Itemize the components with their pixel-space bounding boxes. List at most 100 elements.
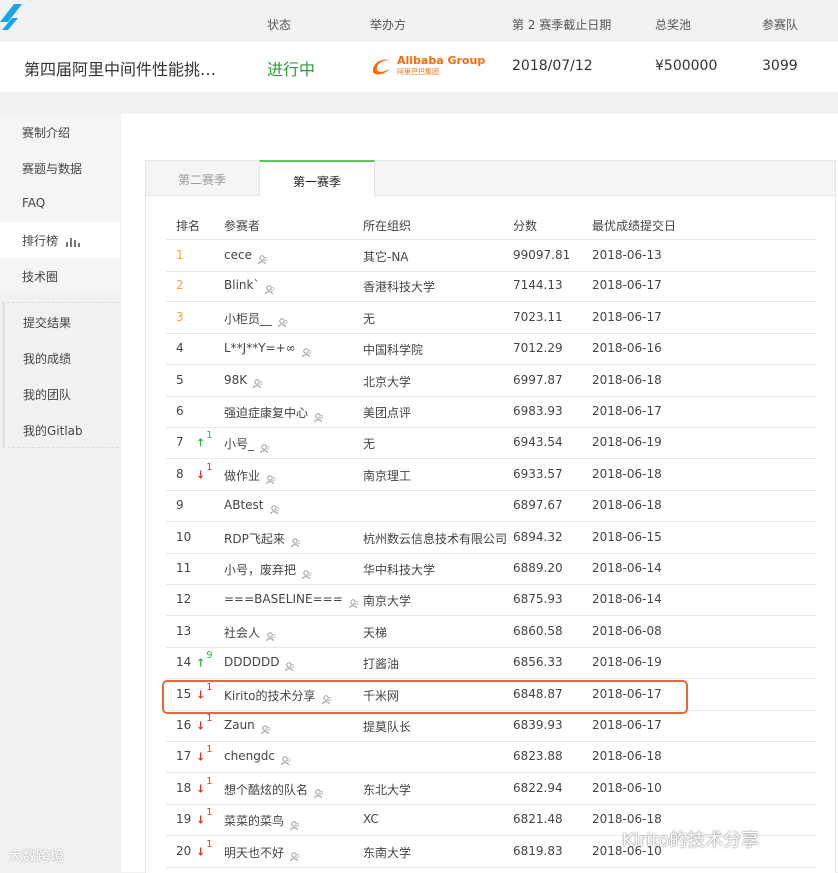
competition-summary-row[interactable]: 第四届阿里中间件性能挑… 进行中 Alibaba Group 阿里巴巴集团 20…	[0, 42, 838, 92]
participant-name[interactable]: 社会人	[224, 626, 260, 640]
rank-change: 9	[206, 650, 213, 662]
team-members-icon[interactable]	[302, 569, 312, 580]
team-members-icon[interactable]	[266, 475, 276, 485]
team-members-icon[interactable]	[314, 412, 324, 423]
sidebar-sub-my-team[interactable]: 我的团队	[23, 386, 71, 403]
participant-name[interactable]: cece	[224, 248, 252, 262]
rank-cell: 16	[176, 718, 192, 732]
team-members-icon[interactable]	[301, 347, 312, 358]
rank-change: 1	[206, 744, 213, 756]
team-members-icon[interactable]	[260, 724, 271, 735]
date-cell: 2018-06-19	[592, 435, 662, 450]
participant-cell: 强迫症康复中心	[224, 404, 324, 423]
participant-name[interactable]: Blink`	[224, 278, 259, 292]
team-members-icon[interactable]	[290, 852, 300, 862]
date-cell: 2018-06-14	[592, 592, 662, 607]
participant-name[interactable]: 菜菜的菜鸟	[224, 814, 284, 828]
tab-season-2[interactable]: 第二赛季	[146, 161, 259, 195]
score-cell: 6822.94	[513, 780, 563, 795]
table-row[interactable]: 14 ↑9 DDDDDD 打酱油 6856.33 2018-06-19	[166, 647, 817, 680]
table-row[interactable]: 3 小柜员__ 无 7023.11 2018-06-17	[166, 302, 817, 334]
participant-name[interactable]: ===BASELINE===	[224, 592, 343, 606]
sidebar-item-label: 技术圈	[22, 270, 59, 284]
season-tabs: 第二赛季 第一赛季	[146, 160, 835, 197]
team-members-icon[interactable]	[285, 661, 295, 672]
org-cell: 无	[363, 311, 376, 326]
table-row[interactable]: 17 ↓1 chengdc 6823.88 2018-06-18	[166, 741, 817, 774]
rank-cell: 11	[176, 561, 192, 575]
watermark-right: Kirito的技术分享	[622, 830, 760, 851]
participant-name[interactable]: 小号_	[224, 437, 254, 451]
table-row[interactable]: 1 cece 其它-NA 99097.81 2018-06-13	[166, 239, 817, 272]
table-row[interactable]: 9 ABtest 6897.67 2018-06-18	[166, 490, 817, 523]
participant-name[interactable]: 明天也不好	[224, 846, 284, 860]
score-cell: 6819.83	[513, 843, 563, 858]
sidebar-item-data[interactable]: 赛题与数据	[0, 150, 120, 186]
brand-logo-icon	[0, 4, 22, 30]
team-members-icon[interactable]	[253, 379, 263, 389]
participant-name[interactable]: 98K	[224, 373, 247, 387]
table-row[interactable]: 4 L**J**Y=+∞ 中国科学院 7012.29 2018-06-16	[166, 333, 817, 366]
main-content: 第二赛季 第一赛季 排名 参赛者 所在组织 分数 最优成绩提交日 1 cece 其它…	[121, 114, 838, 873]
participant-name[interactable]: 做作业	[224, 469, 260, 483]
participant-name[interactable]: 小号，废弃把	[224, 563, 296, 577]
participant-name[interactable]: 强迫症康复中心	[224, 406, 308, 420]
participant-name[interactable]: Zaun	[224, 718, 255, 732]
table-row[interactable]: 11 小号，废弃把 华中科技大学 6889.20 2018-06-14	[166, 553, 817, 585]
table-row[interactable]: 7 ↑1 小号_ 无 6943.54 2018-06-19	[166, 427, 817, 460]
participant-name[interactable]: 小柜员__	[224, 312, 272, 326]
date-cell: 2018-06-17	[592, 404, 662, 418]
sidebar-item-rules[interactable]: 赛制介绍	[0, 114, 120, 150]
team-members-icon[interactable]	[290, 820, 300, 831]
team-members-icon[interactable]	[348, 599, 359, 609]
participant-name[interactable]: RDP飞起来	[224, 532, 285, 546]
sidebar-sub-my-gitlab[interactable]: 我的Gitlab	[23, 422, 83, 439]
rank-cell: 4	[176, 341, 184, 356]
participant-name[interactable]: chengdc	[224, 749, 275, 763]
competition-title[interactable]: 第四届阿里中间件性能挑…	[24, 56, 216, 80]
participant-cell: Zaun	[224, 718, 271, 735]
rank-cell: 19	[176, 812, 192, 827]
sidebar-sub-my-score[interactable]: 我的成绩	[23, 350, 71, 367]
table-row[interactable]: 12 ===BASELINE=== 南京大学 6875.93 2018-06-14	[166, 584, 817, 617]
org-cell: 香港科技大学	[363, 280, 436, 295]
table-row[interactable]: 8 ↓1 做作业 南京理工 6933.57 2018-06-18	[166, 459, 817, 491]
participant-name[interactable]: 想个酷炫的队名	[224, 783, 308, 797]
sidebar-item-tech-circle[interactable]: 技术圈	[0, 258, 120, 294]
participant-name[interactable]: L**J**Y=+∞	[224, 341, 296, 355]
participant-cell: cece	[224, 248, 268, 265]
table-row[interactable]: 18 ↓1 想个酷炫的队名 东北大学 6822.94 2018-06-10	[166, 773, 817, 805]
participant-name[interactable]: ABtest	[224, 498, 264, 512]
sidebar-item-label: 赛题与数据	[22, 162, 83, 176]
date-cell: 2018-06-18	[592, 812, 662, 827]
org-cell: 华中科技大学	[363, 563, 436, 577]
rank-down-icon: ↓1	[196, 744, 213, 765]
table-row[interactable]: 5 98K 北京大学 6997.87 2018-06-18	[166, 365, 817, 397]
team-members-icon[interactable]	[260, 444, 270, 454]
sidebar-item-faq[interactable]: FAQ	[0, 186, 120, 222]
team-members-icon[interactable]	[290, 538, 301, 548]
team-members-icon[interactable]	[269, 504, 280, 515]
team-members-icon[interactable]	[314, 789, 324, 799]
table-row[interactable]: 2 Blink` 香港科技大学 7144.13 2018-06-17	[166, 270, 817, 303]
team-members-icon[interactable]	[281, 756, 291, 766]
table-row[interactable]: 13 社会人 天梯 6860.58 2018-06-08	[166, 616, 817, 648]
status-badge: 进行中	[267, 60, 316, 79]
sidebar-sub-submit[interactable]: 提交结果	[23, 314, 71, 331]
rank-cell: 2	[176, 278, 184, 293]
team-members-icon[interactable]	[257, 254, 268, 265]
participant-name[interactable]: DDDDDD	[224, 655, 279, 669]
table-row[interactable]: 10 RDP飞起来 杭州数云信息技术有限公司 6894.32 2018-06-15	[166, 522, 817, 554]
team-members-icon[interactable]	[265, 285, 275, 295]
participant-cell: Blink`	[224, 278, 275, 295]
sidebar-item-leaderboard[interactable]: 排行榜	[0, 222, 120, 258]
table-row[interactable]: 16 ↓1 Zaun 提莫队长 6839.93 2018-06-17	[166, 710, 817, 742]
rank-change: 1	[206, 430, 213, 442]
team-members-icon[interactable]	[278, 318, 288, 328]
table-row[interactable]: 6 强迫症康复中心 美团点评 6983.93 2018-06-17	[166, 396, 817, 428]
tab-season-1[interactable]: 第一赛季	[259, 160, 375, 197]
team-members-icon[interactable]	[266, 632, 276, 642]
rank-down-icon: ↓1	[196, 713, 213, 733]
col-header-score: 分数	[513, 219, 538, 233]
score-cell: 6856.33	[513, 655, 563, 670]
